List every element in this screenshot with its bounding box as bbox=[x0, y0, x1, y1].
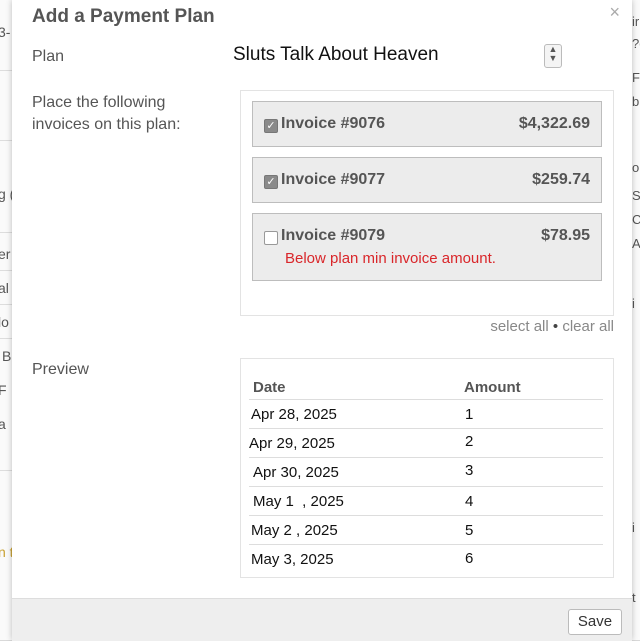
row-amount: 6 bbox=[465, 550, 474, 567]
invoice-card-9077[interactable]: ✓ Invoice #9077 $259.74 bbox=[252, 157, 602, 203]
invoice-label: Invoice #9079 bbox=[281, 227, 386, 244]
bg-text: b bbox=[632, 94, 640, 109]
bg-divider bbox=[0, 304, 12, 305]
invoice-card-9079[interactable]: Invoice #9079 $78.95 Below plan min invo… bbox=[252, 213, 602, 281]
row-amount: 3 bbox=[465, 462, 474, 479]
invoices-label-line2: invoices on this plan: bbox=[32, 116, 181, 133]
invoices-label: Place the following invoices on this pla… bbox=[32, 92, 181, 136]
row-date: Apr 29, 2025 bbox=[249, 435, 335, 452]
table-divider bbox=[249, 486, 603, 487]
bg-text: g ( bbox=[0, 186, 12, 202]
bg-text: A bbox=[632, 236, 640, 251]
bg-divider bbox=[0, 140, 12, 141]
bg-text: er bbox=[0, 246, 11, 262]
bg-text: F bbox=[0, 382, 7, 398]
selection-links: select all • clear all bbox=[490, 318, 614, 335]
bg-divider bbox=[0, 232, 12, 233]
bg-text: i bbox=[632, 296, 635, 311]
bg-text: t bbox=[632, 590, 636, 605]
payment-plan-modal: Add a Payment Plan × Plan Sluts Talk Abo… bbox=[12, 0, 632, 641]
row-date: May 1 , 2025 bbox=[253, 493, 344, 510]
bg-divider bbox=[0, 470, 12, 471]
preview-table: Date Amount Apr 28, 2025 1 Apr 29, 2025 … bbox=[240, 358, 614, 578]
plan-label: Plan bbox=[32, 48, 65, 65]
invoice-label: Invoice #9076 bbox=[281, 115, 386, 132]
select-all-link[interactable]: select all bbox=[490, 318, 548, 335]
row-amount: 2 bbox=[465, 433, 474, 450]
table-divider bbox=[249, 399, 603, 400]
plan-select-stepper[interactable]: ▲ ▼ bbox=[544, 44, 562, 68]
row-date: Apr 30, 2025 bbox=[253, 464, 339, 481]
invoice-label: Invoice #9077 bbox=[281, 171, 386, 188]
row-amount: 5 bbox=[465, 522, 474, 539]
chevron-down-icon: ▼ bbox=[548, 53, 558, 63]
bg-text: B bbox=[2, 348, 12, 364]
bg-text: S bbox=[632, 188, 640, 203]
table-divider bbox=[249, 428, 603, 429]
row-date: May 3, 2025 bbox=[251, 551, 334, 568]
invoice-amount: $78.95 bbox=[541, 227, 590, 244]
bg-text: ir bbox=[632, 14, 640, 29]
row-date: Apr 28, 2025 bbox=[251, 406, 337, 423]
row-date: May 2 , 2025 bbox=[251, 522, 338, 539]
bg-divider bbox=[0, 70, 12, 71]
modal-title: Add a Payment Plan bbox=[32, 6, 215, 27]
bg-text: a bbox=[0, 416, 6, 432]
invoice-card-9076[interactable]: ✓ Invoice #9076 $4,322.69 bbox=[252, 101, 602, 147]
invoice-list: ✓ Invoice #9076 $4,322.69 ✓ Invoice #907… bbox=[240, 90, 614, 316]
bg-text: 3- bbox=[0, 24, 11, 40]
link-separator: • bbox=[552, 318, 559, 335]
invoice-amount: $4,322.69 bbox=[518, 115, 590, 132]
bg-text: lo bbox=[0, 314, 9, 330]
date-column-header: Date bbox=[253, 379, 286, 396]
amount-column-header: Amount bbox=[464, 379, 521, 396]
table-divider bbox=[249, 457, 603, 458]
table-divider bbox=[249, 515, 603, 516]
row-amount: 1 bbox=[465, 406, 474, 423]
bg-text: F bbox=[632, 70, 640, 85]
bg-text: al bbox=[0, 280, 9, 296]
table-divider bbox=[249, 544, 603, 545]
invoice-checkbox[interactable]: ✓ bbox=[264, 175, 278, 189]
bg-divider bbox=[0, 270, 12, 271]
bg-text: o bbox=[632, 160, 640, 175]
plan-select[interactable]: Sluts Talk About Heaven bbox=[233, 44, 439, 66]
invoice-checkbox[interactable]: ✓ bbox=[264, 119, 278, 133]
bg-text: ?e bbox=[632, 36, 640, 51]
bg-divider bbox=[0, 338, 12, 339]
invoice-amount: $259.74 bbox=[532, 171, 590, 188]
bg-text: n t bbox=[0, 544, 12, 560]
background-page-left: 3- g ( er al lo B F a n t bbox=[0, 0, 12, 640]
save-button[interactable]: Save bbox=[568, 609, 622, 635]
bg-text: C bbox=[632, 212, 640, 227]
background-page-right: ir ?e F b o S C A i i t bbox=[632, 0, 640, 640]
invoice-checkbox[interactable] bbox=[264, 231, 278, 245]
bg-text: i bbox=[632, 520, 635, 535]
close-icon[interactable]: × bbox=[609, 2, 620, 23]
invoices-label-line1: Place the following bbox=[32, 94, 166, 111]
invoice-error-message: Below plan min invoice amount. bbox=[285, 250, 496, 267]
modal-footer: Save bbox=[12, 598, 632, 641]
clear-all-link[interactable]: clear all bbox=[562, 318, 614, 335]
preview-label: Preview bbox=[32, 361, 89, 378]
row-amount: 4 bbox=[465, 493, 474, 510]
